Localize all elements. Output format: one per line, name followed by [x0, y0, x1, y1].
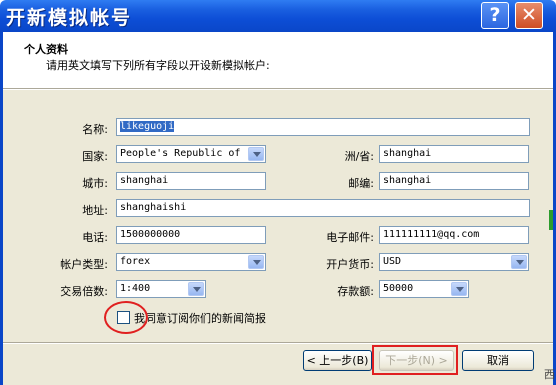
city-input[interactable]: shanghai — [116, 172, 266, 190]
annotation-box — [372, 345, 458, 375]
address-input[interactable]: shanghaishi — [116, 199, 530, 217]
state-label: 洲/省: — [344, 150, 374, 163]
name-label: 名称: — [82, 123, 108, 136]
chevron-down-icon[interactable] — [188, 282, 204, 296]
edge-artifact — [549, 210, 553, 230]
phone-label: 电话: — [82, 231, 108, 244]
name-input[interactable]: likeguoji — [116, 118, 530, 136]
account-type-select[interactable]: forex — [116, 253, 266, 271]
country-select[interactable]: People's Republic of — [116, 145, 266, 163]
address-label: 地址: — [82, 204, 108, 217]
leverage-label: 交易倍数: — [60, 285, 108, 298]
wizard-header: 个人资料 请用英文填写下列所有字段以开设新模拟帐户: — [3, 32, 553, 89]
title-bar: 开新模拟帐号 ? ✕ — [0, 0, 556, 32]
email-label: 电子邮件: — [326, 231, 374, 244]
leverage-value: 1:400 — [120, 283, 151, 294]
city-label: 城市: — [82, 177, 108, 190]
email-input[interactable]: 111111111@qq.com — [379, 226, 529, 244]
help-button[interactable]: ? — [481, 2, 509, 29]
leverage-select[interactable]: 1:400 — [116, 280, 206, 298]
divider — [3, 342, 553, 344]
chevron-down-icon[interactable] — [451, 282, 467, 296]
country-value: People's Republic of — [120, 148, 241, 159]
currency-value: USD — [383, 256, 402, 267]
window-title: 开新模拟帐号 — [6, 7, 133, 29]
deposit-value: 50000 — [383, 283, 414, 294]
chevron-down-icon[interactable] — [248, 255, 264, 269]
deposit-label: 存款额: — [337, 285, 374, 298]
annotation-circle — [104, 301, 148, 334]
header-title: 个人资料 — [24, 43, 68, 56]
phone-input[interactable]: 1500000000 — [116, 226, 266, 244]
cancel-button[interactable]: 取消 — [462, 350, 534, 371]
deposit-select[interactable]: 50000 — [379, 280, 469, 298]
account-type-label: 帐户类型: — [60, 258, 108, 271]
edge-char: 西 — [544, 368, 555, 381]
zip-input[interactable]: shanghai — [379, 172, 529, 190]
currency-label: 开户货币: — [326, 258, 374, 271]
back-button[interactable]: < 上一步(B) — [303, 350, 372, 371]
state-input[interactable]: shanghai — [379, 145, 529, 163]
chevron-down-icon[interactable] — [511, 255, 527, 269]
header-subtitle: 请用英文填写下列所有字段以开设新模拟帐户: — [46, 59, 270, 72]
country-label: 国家: — [82, 150, 108, 163]
newsletter-label[interactable]: 我同意订阅你们的新闻简报 — [134, 310, 266, 326]
account-type-value: forex — [120, 256, 151, 267]
chevron-down-icon[interactable] — [248, 147, 264, 161]
currency-select[interactable]: USD — [379, 253, 529, 271]
zip-label: 邮编: — [348, 177, 374, 190]
close-button[interactable]: ✕ — [515, 2, 543, 29]
name-value: likeguoji — [120, 121, 175, 132]
